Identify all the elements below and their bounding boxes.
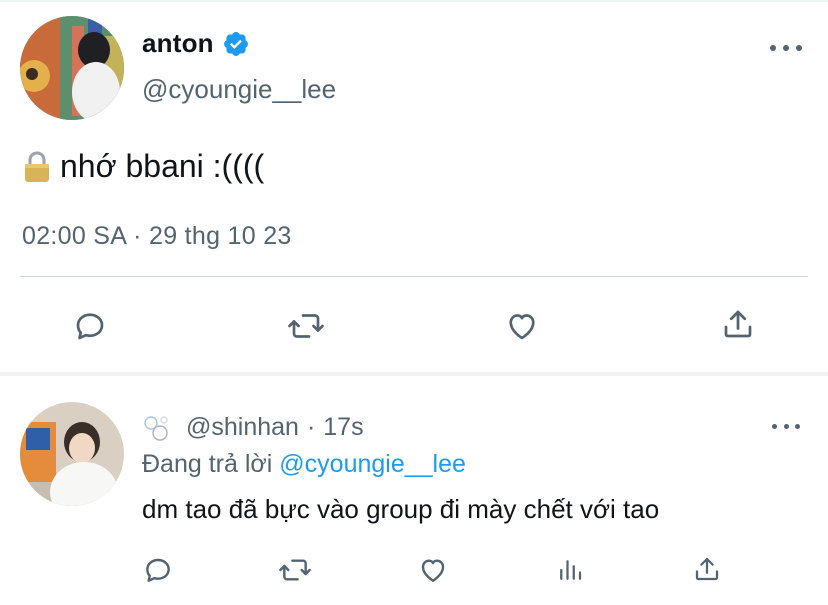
reply-time[interactable]: 17s <box>323 413 363 442</box>
reply-header: @shinhan · 17s <box>142 413 364 442</box>
tweet-text: nhớ bbani :(((( <box>22 148 264 185</box>
display-name[interactable]: anton <box>142 28 214 59</box>
tweet-timestamp[interactable]: 02:00 SA · 29 thg 10 23 <box>22 222 292 251</box>
reply-reply-icon[interactable] <box>140 553 176 587</box>
reply-retweet-icon[interactable] <box>276 553 314 587</box>
replying-to: Đang trả lời @cyoungie__lee <box>142 450 466 479</box>
main-tweet: anton @cyoungie__lee nhớ bbani :(((( 02:… <box>0 0 828 372</box>
reply-more-options-icon[interactable] <box>772 418 800 434</box>
avatar[interactable] <box>20 16 124 120</box>
replying-prefix: Đang trả lời <box>142 450 280 478</box>
reply-handle[interactable]: @shinhan <box>186 413 299 442</box>
replying-to-mention[interactable]: @cyoungie__lee <box>279 450 466 478</box>
share-icon[interactable] <box>718 304 758 344</box>
handle[interactable]: @cyoungie__lee <box>142 74 336 105</box>
section-divider <box>0 372 828 376</box>
reply-icon[interactable] <box>70 306 110 346</box>
reply-text: dm tao đã bực vào group đi mày chết với … <box>142 494 660 524</box>
reply-avatar[interactable] <box>20 402 124 506</box>
tweet-body: nhớ bbani :(((( <box>60 148 265 184</box>
reply-share-icon[interactable] <box>690 551 724 587</box>
retweet-icon[interactable] <box>285 306 327 346</box>
more-options-icon[interactable] <box>770 38 802 58</box>
reply-like-icon[interactable] <box>415 553 451 587</box>
bubbles-emoji-icon <box>144 415 168 441</box>
like-icon[interactable] <box>502 306 542 346</box>
lock-emoji-icon <box>25 151 49 182</box>
separator: · <box>306 413 316 441</box>
divider <box>20 276 808 277</box>
analytics-icon[interactable] <box>553 553 587 587</box>
verified-badge-icon <box>223 31 248 56</box>
